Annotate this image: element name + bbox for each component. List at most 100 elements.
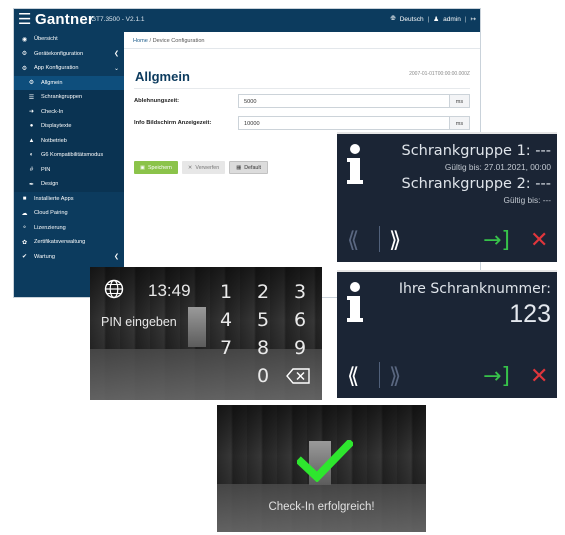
accept-icon[interactable]: →] (483, 366, 510, 388)
comment-icon: ● (29, 123, 34, 130)
sidebar-item-check-in[interactable]: ➜ Check-In (14, 104, 124, 119)
keypad-key-7[interactable]: 7 (212, 337, 240, 359)
top-right-controls: 🌐︎ Deutsch | ♟ admin | ↦ (391, 15, 476, 23)
breadcrumb: Home / Device Configuration (124, 32, 480, 49)
keypad-key-8[interactable]: 8 (249, 337, 277, 359)
save-icon: ▣ (140, 164, 146, 171)
locker-number-label: Ihre Schranknummer: (398, 281, 551, 297)
globe-icon[interactable] (104, 279, 124, 299)
sidebar-item-label: Check-In (41, 108, 64, 115)
sidebar: ◉ Übersicht ⚙ Gerätekonfiguration ❮ ⚙ Ap… (14, 32, 124, 297)
keypad-key-5[interactable]: 5 (249, 309, 277, 331)
locker-group-1: Schrankgruppe 1: --- (401, 143, 551, 159)
sidebar-item-g6-kompatibilitaetsmodus[interactable]: ◐ G6 Kompatibilitätsmodus (14, 148, 124, 163)
sidebar-item-wartung[interactable]: ✔ Wartung ❮ (14, 250, 124, 265)
sidebar-item-design[interactable]: ✒ Design (14, 177, 124, 192)
clock: 13:49 (148, 281, 191, 300)
divider (379, 226, 380, 252)
language-selector[interactable]: Deutsch (400, 16, 424, 23)
discard-button[interactable]: ✕ Verwerfen (181, 161, 226, 174)
keypad-key-6[interactable]: 6 (286, 309, 314, 331)
sidebar-item-geraetekonfiguration[interactable]: ⚙ Gerätekonfiguration ❮ (14, 47, 124, 62)
keypad-key-0[interactable]: 0 (249, 365, 277, 387)
sidebar-item-label: App Konfiguration (34, 65, 79, 72)
checkin-success-screen: Check-In erfolgreich! (217, 405, 426, 532)
signin-icon: ➜ (28, 109, 35, 116)
sidebar-item-label: Displaytexte (41, 123, 72, 130)
discard-label: Verwerfen (195, 164, 220, 171)
keypad-key-1[interactable]: 1 (212, 281, 240, 303)
timestamp: 2007-01-01T00:00:00.000Z (409, 71, 470, 77)
globe-icon[interactable]: 🌐︎ (391, 15, 396, 23)
sidebar-item-label: G6 Kompatibilitätsmodus (41, 152, 104, 159)
compat-icon: ◐ (29, 152, 34, 159)
ablehnungszeit-input[interactable]: 5000 (238, 94, 450, 108)
sidebar-item-label: Gerätekonfiguration (34, 50, 84, 57)
sidebar-item-schrankgruppen[interactable]: ☰ Schrankgruppen (14, 90, 124, 105)
accept-icon[interactable]: →] (483, 230, 510, 252)
save-button[interactable]: ▣ Speichern (134, 161, 178, 174)
sidebar-item-allgmein[interactable]: ⚙ Allgmein (14, 75, 124, 90)
info-icon (347, 144, 365, 194)
sidebar-item-label: Lizenzierung (34, 224, 66, 231)
breadcrumb-current: Device Configuration (152, 38, 205, 44)
close-icon[interactable]: ✕ (530, 230, 548, 252)
gear-icon: ⚙ (28, 80, 35, 87)
unit-addon: ms (449, 116, 470, 130)
keypad-key-2[interactable]: 2 (249, 281, 277, 303)
user-icon: ♟ (433, 16, 440, 23)
sidebar-item-pin[interactable]: # PIN (14, 162, 124, 177)
certificate-icon: ✿ (21, 239, 28, 246)
form-actions: ▣ Speichern ✕ Verwerfen ▦ Default (134, 161, 268, 174)
list-icon: ☰ (28, 94, 35, 101)
user-menu[interactable]: admin (443, 16, 461, 23)
hamburger-menu-icon[interactable]: ☰ (18, 12, 31, 28)
success-message: Check-In erfolgreich! (268, 501, 375, 513)
field-label: Ablehnungszeit: (134, 98, 180, 104)
sidebar-item-installierte-apps[interactable]: ■ Installierte Apps (14, 192, 124, 207)
pin-entry-screen: 13:49 PIN eingeben 1 2 3 4 5 6 7 8 9 0 (90, 267, 322, 400)
previous-page-icon[interactable]: ⟪ (347, 230, 359, 252)
backspace-icon[interactable] (286, 368, 311, 384)
default-button[interactable]: ▦ Default (229, 161, 268, 174)
apps-icon: ■ (22, 195, 27, 202)
next-page-icon[interactable]: ⟫ (389, 366, 401, 388)
sidebar-item-zertifikatsverwaltung[interactable]: ✿ Zertifikatsverwaltung (14, 235, 124, 250)
next-page-icon[interactable]: ⟫ (389, 230, 401, 252)
sidebar-item-notbetrieb[interactable]: ▲ Notbetrieb (14, 133, 124, 148)
top-bar: ☰ Gantner GT7.3500 - V2.1.1 🌐︎ Deutsch |… (14, 9, 480, 32)
sidebar-item-label: Zertifikatsverwaltung (34, 239, 86, 246)
locker-group-2: Schrankgruppe 2: --- (401, 176, 551, 192)
breadcrumb-home[interactable]: Home (133, 38, 148, 44)
sidebar-item-cloud-pairing[interactable]: ☁ Cloud Pairing (14, 206, 124, 221)
anzeigezeit-input[interactable]: 10000 (238, 116, 450, 130)
close-icon[interactable]: ✕ (530, 366, 548, 388)
sidebar-item-label: Wartung (34, 253, 55, 260)
sidebar-item-uebersicht[interactable]: ◉ Übersicht (14, 32, 124, 47)
locker-group-1-valid: Gültig bis: 27.01.2021, 00:00 (444, 162, 551, 172)
unit-addon: ms (449, 94, 470, 108)
sidebar-item-label: PIN (41, 166, 51, 173)
sidebar-item-label: Schrankgruppen (41, 94, 83, 101)
pin-prompt: PIN eingeben (101, 315, 177, 329)
sidebar-item-displaytexte[interactable]: ● Displaytexte (14, 119, 124, 134)
cloud-icon: ☁ (21, 210, 28, 217)
default-label: Default (244, 164, 261, 171)
divider: | (464, 15, 467, 23)
sidebar-item-lizenzierung[interactable]: ⚬ Lizenzierung (14, 221, 124, 236)
sidebar-item-label: Notbetrieb (41, 137, 67, 144)
sidebar-item-label: Cloud Pairing (34, 210, 68, 217)
previous-page-icon[interactable]: ⟪ (347, 366, 359, 388)
logout-icon[interactable]: ↦ (471, 15, 476, 23)
info-screen-locker-number: Ihre Schranknummer: 123 ⟪ ⟫ →] ✕ (337, 270, 557, 398)
keypad-key-4[interactable]: 4 (212, 309, 240, 331)
info-screen-locker-groups: Schrankgruppe 1: --- Gültig bis: 27.01.2… (337, 132, 557, 262)
dashboard-icon: ◉ (21, 36, 28, 43)
locker-group-2-valid: Gültig bis: --- (503, 195, 551, 205)
hash-icon: # (29, 166, 34, 173)
keypad-key-9[interactable]: 9 (286, 337, 314, 359)
sidebar-item-app-konfiguration[interactable]: ⚙ App Konfiguration ⌄ (14, 61, 124, 76)
field-label: Info Bildschirm Anzeigezeit: (134, 120, 212, 126)
keypad-key-3[interactable]: 3 (286, 281, 314, 303)
save-label: Speichern (148, 164, 172, 171)
